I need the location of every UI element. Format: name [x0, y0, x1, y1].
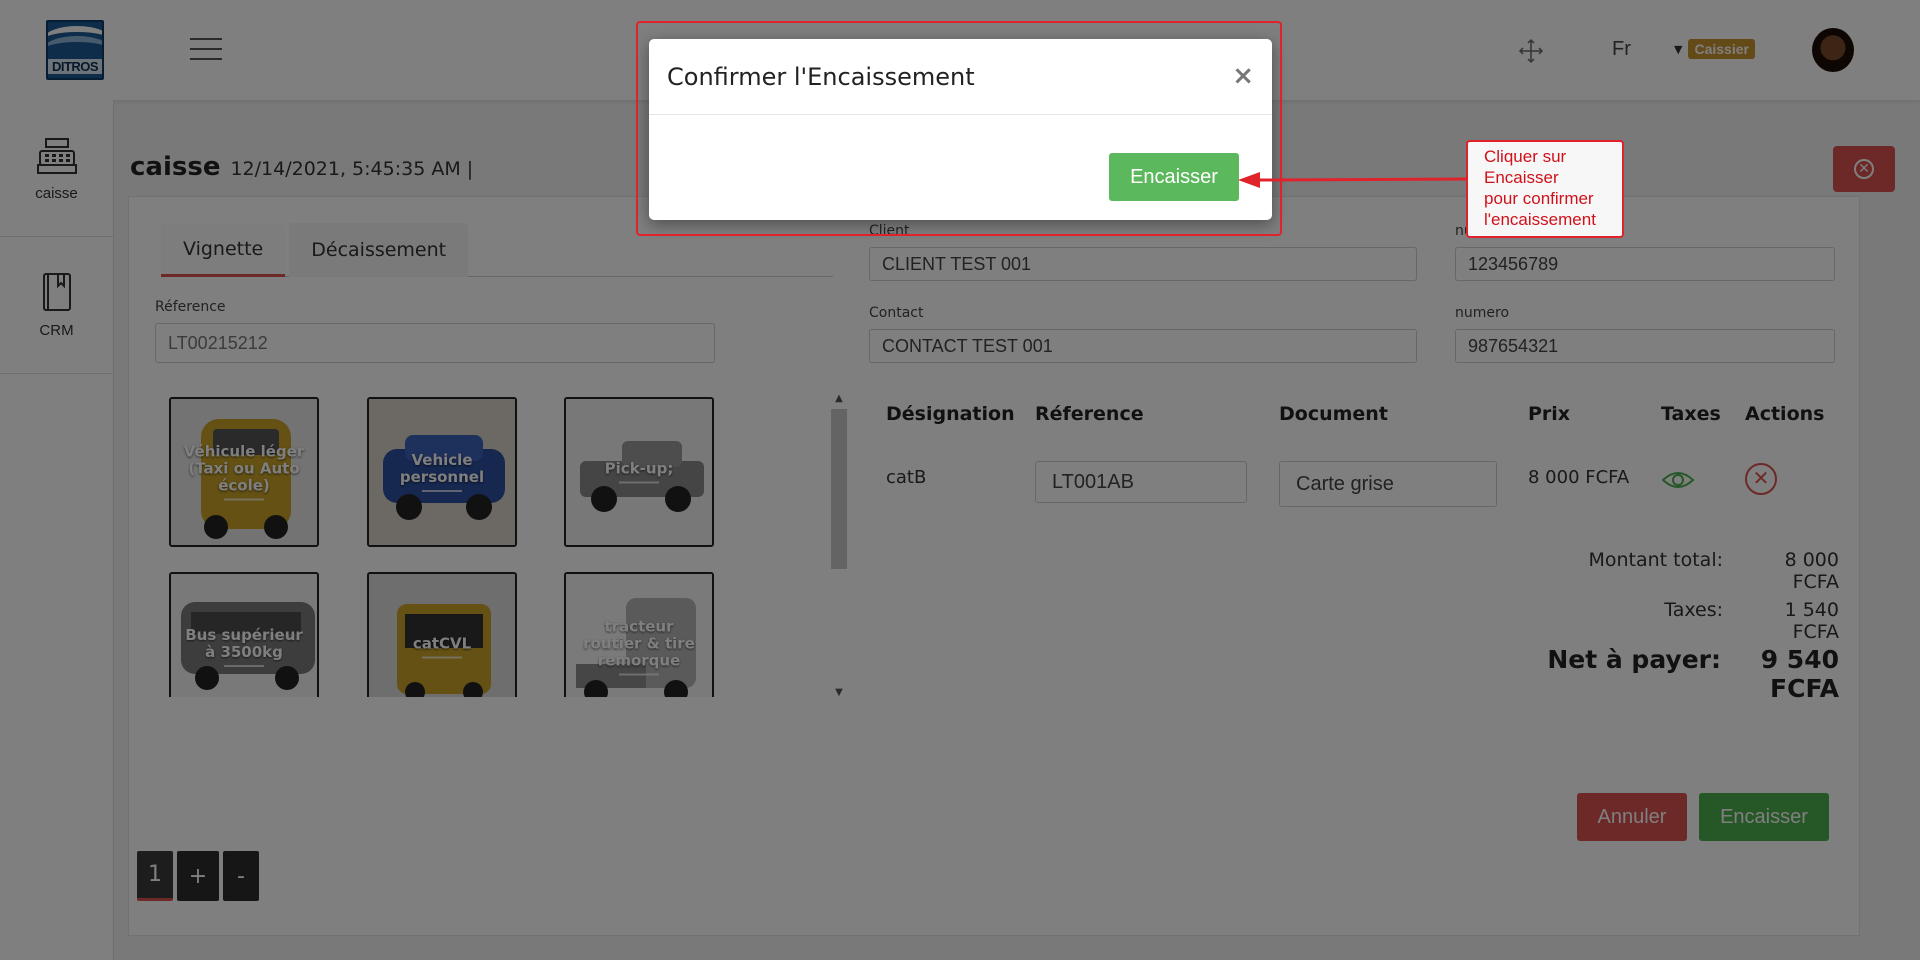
annotation-highlight-box	[636, 21, 1282, 236]
annotation-line: pour confirmer	[1484, 189, 1594, 208]
annotation-arrow-icon	[1238, 172, 1468, 188]
annotation-line: l'encaissement	[1484, 210, 1596, 229]
annotation-callout: Cliquer sur Encaisser pour confirmer l'e…	[1466, 140, 1624, 238]
annotation-line: Encaisser	[1484, 168, 1559, 187]
annotation-line: Cliquer sur	[1484, 147, 1567, 166]
